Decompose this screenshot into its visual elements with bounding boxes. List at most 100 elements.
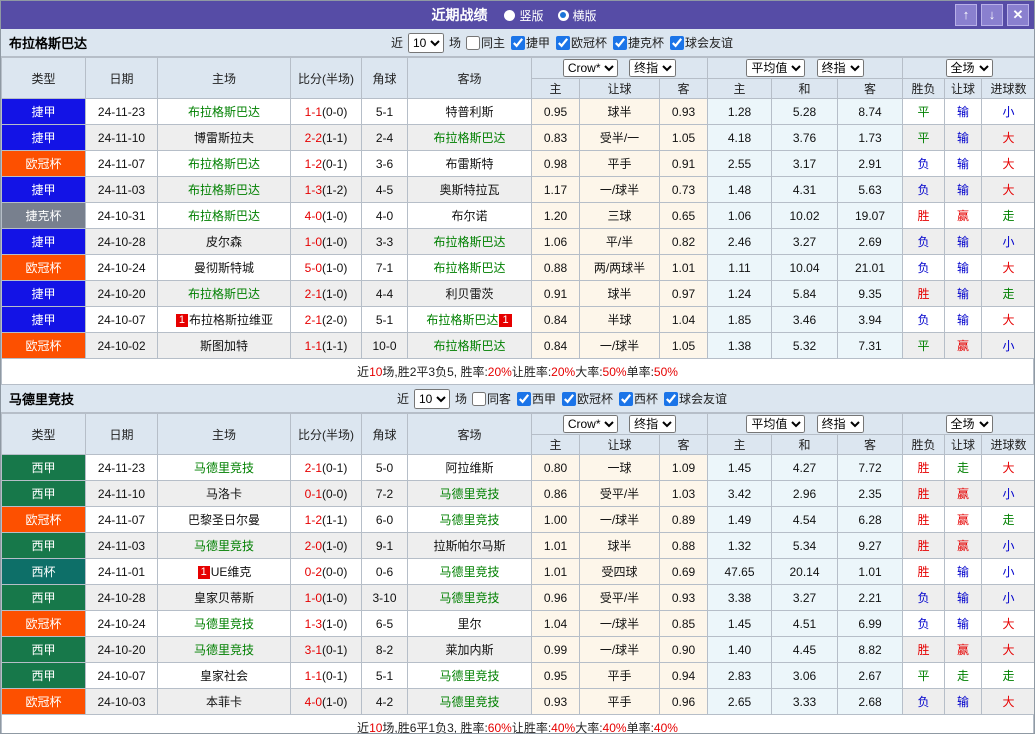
layout-radio-horizontal[interactable]: 横版 (557, 7, 597, 24)
result-handicap: 输 (944, 610, 983, 637)
sub-avg-draw: 和 (771, 434, 838, 455)
col-score: 比分(半场) (290, 413, 362, 455)
match-row: 捷甲 24-10-07 1 布拉格斯拉维亚 2-1(2-0) 5-1 布拉格斯巴达 1 0.84… (1, 306, 1034, 333)
match-date: 24-10-24 (85, 254, 158, 281)
team-label: 利贝雷茨 (445, 287, 494, 301)
move-down-button[interactable]: ↓ (981, 4, 1003, 26)
avg-final-select[interactable]: 终指 (816, 59, 864, 77)
match-row: 西甲 24-11-03 马德里竞技 2-0(1-0) 9-1 拉斯帕尔马斯 1.01 球半 0.… (1, 532, 1034, 559)
match-row: 西甲 24-10-20 马德里竞技 3-1(0-1) 8-2 莱加内斯 0.99 一/球半 0.… (1, 636, 1034, 663)
same-venue-checkbox[interactable] (471, 391, 486, 406)
avg-final-select[interactable]: 终指 (816, 415, 864, 433)
league-filter[interactable]: 西杯 (616, 390, 658, 407)
result-handicap: 输 (944, 558, 983, 585)
league-checkbox[interactable] (613, 35, 628, 50)
league-checkbox[interactable] (510, 35, 525, 50)
match-count-select[interactable]: 10 (407, 32, 444, 53)
score: 1-2(1-1) (290, 506, 362, 533)
team-label: 布拉格斯巴达 (433, 235, 506, 249)
league-filter[interactable]: 西甲 (514, 390, 556, 407)
match-date: 24-10-07 (85, 662, 158, 689)
avg-home: 1.38 (707, 332, 772, 359)
league-badge: 西甲 (1, 532, 86, 559)
odds-away: 0.85 (659, 610, 708, 637)
summary-text: 让胜率: (511, 365, 552, 379)
match-row: 欧冠杯 24-11-07 巴黎圣日尔曼 1-2(1-1) 6-0 马德里竞技 1.00 一/球… (1, 506, 1034, 533)
corners: 0-6 (361, 558, 408, 585)
close-button[interactable]: ✕ (1007, 4, 1029, 26)
games-label: 场 (454, 392, 467, 406)
score: 0-1(0-0) (290, 480, 362, 507)
league-filter[interactable]: 欧冠杯 (553, 34, 607, 51)
away-team: 马德里竞技 (407, 480, 532, 507)
odds-away: 0.96 (659, 688, 708, 715)
score-fulltime: 4-0 (304, 694, 322, 709)
odds-final-select[interactable]: 终指 (629, 59, 677, 77)
odds-handicap: 三球 (579, 202, 660, 229)
team-label: 特普利斯 (445, 105, 494, 119)
match-row: 西甲 24-10-28 皇家贝蒂斯 1-0(1-0) 3-10 马德里竞技 0.96 受平/半… (1, 584, 1034, 611)
result-wdl: 负 (902, 306, 946, 333)
league-checkbox[interactable] (619, 391, 634, 406)
fulltime-select[interactable]: 全场 (945, 59, 993, 77)
odds-final-select[interactable]: 终指 (629, 415, 677, 433)
average-select[interactable]: 平均值 (746, 415, 806, 433)
summary-text: 大率: (575, 721, 603, 734)
same-venue-filter[interactable]: 同主 (463, 34, 505, 51)
score-halftime: (1-1) (322, 512, 348, 527)
average-select[interactable]: 平均值 (746, 59, 806, 77)
league-checkbox[interactable] (664, 391, 679, 406)
avg-draw: 3.27 (771, 228, 838, 255)
result-handicap: 赢 (944, 506, 983, 533)
score-fulltime: 1-0 (304, 590, 322, 605)
league-filter[interactable]: 球会友谊 (667, 34, 733, 51)
league-filter[interactable]: 球会友谊 (661, 390, 727, 407)
summary-text: 40% (551, 720, 576, 734)
team-label: 阿拉维斯 (445, 461, 494, 475)
league-checkbox[interactable] (670, 35, 685, 50)
odds-source-select[interactable]: Crow* (562, 59, 618, 77)
odds-handicap: 平/半 (579, 228, 660, 255)
league-filter[interactable]: 捷克杯 (610, 34, 664, 51)
avg-draw: 5.28 (771, 98, 838, 125)
avg-away: 2.21 (836, 584, 904, 611)
result-goals: 走 (981, 280, 1034, 307)
away-team: 布尔诺 (407, 202, 532, 229)
avg-home: 1.28 (707, 98, 772, 125)
same-venue-filter[interactable]: 同客 (469, 390, 511, 407)
league-filter[interactable]: 欧冠杯 (559, 390, 613, 407)
team-label: 布雷斯特 (445, 157, 494, 171)
result-wdl: 胜 (902, 480, 946, 507)
fulltime-select[interactable]: 全场 (945, 415, 993, 433)
result-wdl: 胜 (902, 558, 946, 585)
sub-avg-draw: 和 (771, 78, 838, 99)
move-up-button[interactable]: ↑ (955, 4, 977, 26)
section-header: 马德里竞技 近 10 场 同客 西甲 欧冠杯 西杯 球会友谊 (1, 385, 1034, 413)
odds-away: 0.93 (659, 98, 708, 125)
layout-radio-vertical[interactable]: 竖版 (504, 7, 544, 24)
score-fulltime: 1-2 (304, 156, 322, 171)
home-team: 博雷斯拉夫 (157, 124, 291, 151)
match-row: 欧冠杯 24-10-02 斯图加特 1-1(1-1) 10-0 布拉格斯巴达 0.84 一/球… (1, 332, 1034, 359)
avg-home: 1.24 (707, 280, 772, 307)
away-team: 布拉格斯巴达 (407, 254, 532, 281)
league-checkbox[interactable] (562, 391, 576, 406)
team-label: 斯图加特 (199, 339, 248, 353)
avg-home: 1.49 (707, 506, 772, 533)
result-handicap: 输 (944, 176, 983, 203)
league-checkbox[interactable] (516, 391, 531, 406)
same-venue-checkbox[interactable] (465, 35, 480, 50)
col-away: 客场 (407, 413, 532, 455)
match-count-select[interactable]: 10 (413, 388, 450, 409)
corners: 7-2 (361, 480, 408, 507)
avg-away: 9.27 (836, 532, 904, 559)
home-team: 斯图加特 (157, 332, 291, 359)
radio-vertical-label: 竖版 (519, 8, 544, 23)
odds-away: 1.04 (659, 306, 708, 333)
summary-text: 40% (653, 720, 678, 734)
sub-avg-away: 客 (836, 78, 904, 99)
league-filter[interactable]: 捷甲 (508, 34, 550, 51)
match-date: 24-10-28 (85, 584, 158, 611)
odds-source-select[interactable]: Crow* (562, 415, 618, 433)
league-checkbox[interactable] (556, 35, 570, 50)
